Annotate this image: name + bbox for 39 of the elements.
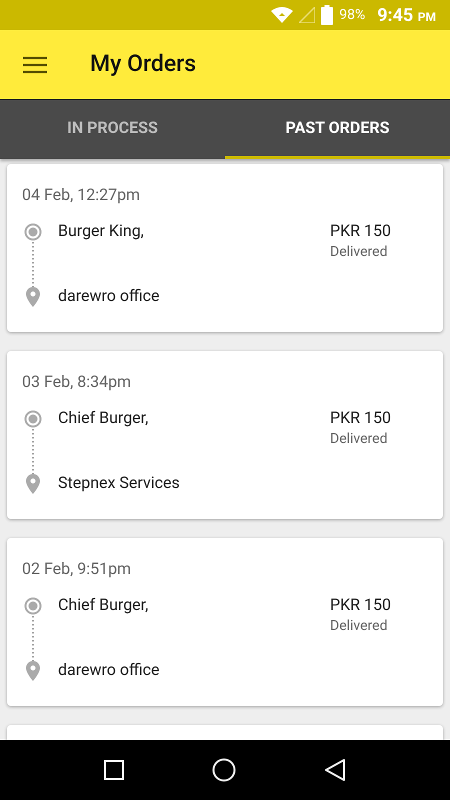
clock: 9:45 PM	[377, 4, 436, 28]
dropoff-name: Stepnex Services	[58, 472, 181, 494]
order-date: 03 Feb, 8:34pm	[22, 371, 132, 393]
page-title: My Orders	[90, 49, 196, 80]
wifi-icon	[271, 7, 294, 23]
order-date: 04 Feb, 12:27pm	[22, 184, 142, 206]
pickup-name: Chief Burger,	[58, 407, 150, 429]
route-line	[32, 241, 34, 287]
route-line	[32, 428, 34, 474]
battery-icon	[321, 5, 334, 25]
pickup-name: Chief Burger,	[58, 594, 150, 616]
back-icon[interactable]	[324, 758, 346, 782]
pickup-point-icon	[24, 597, 42, 615]
dropoff-name: darewro office	[58, 285, 161, 307]
pickup-point-icon	[24, 223, 42, 241]
order-status: Delivered	[330, 430, 388, 449]
route-line	[32, 615, 34, 661]
location-pin-icon	[26, 287, 40, 307]
tab[interactable]: IN PROCESS	[0, 100, 225, 159]
order-card[interactable]: 04 Feb, 12:27pm Burger King, darewro office PKR 150 Delivered	[7, 164, 443, 332]
order-price: PKR 150	[330, 407, 392, 429]
recents-icon[interactable]	[104, 760, 124, 780]
dropoff-name: darewro office	[58, 659, 161, 681]
pickup-point-icon	[24, 410, 42, 428]
location-pin-icon	[26, 474, 40, 494]
order-status: Delivered	[330, 243, 388, 262]
home-icon[interactable]	[212, 758, 236, 782]
order-date: 02 Feb, 9:51pm	[22, 558, 132, 580]
order-status: Delivered	[330, 617, 388, 636]
signal-icon	[299, 7, 316, 23]
pickup-name: Burger King,	[58, 220, 145, 242]
order-price: PKR 150	[330, 220, 392, 242]
order-card[interactable]: 03 Feb, 8:34pm Chief Burger, Stepnex Services PKR 150 Delivered	[7, 351, 443, 519]
order-price: PKR 150	[330, 594, 392, 616]
order-card[interactable]: 02 Feb, 9:51pm Chief Burger, darewro office PKR 150 Delivered	[7, 538, 443, 706]
battery-percent: 98%	[339, 6, 366, 24]
location-pin-icon	[26, 661, 40, 681]
tab[interactable]: PAST ORDERS	[225, 100, 450, 159]
menu-icon[interactable]	[23, 56, 47, 74]
